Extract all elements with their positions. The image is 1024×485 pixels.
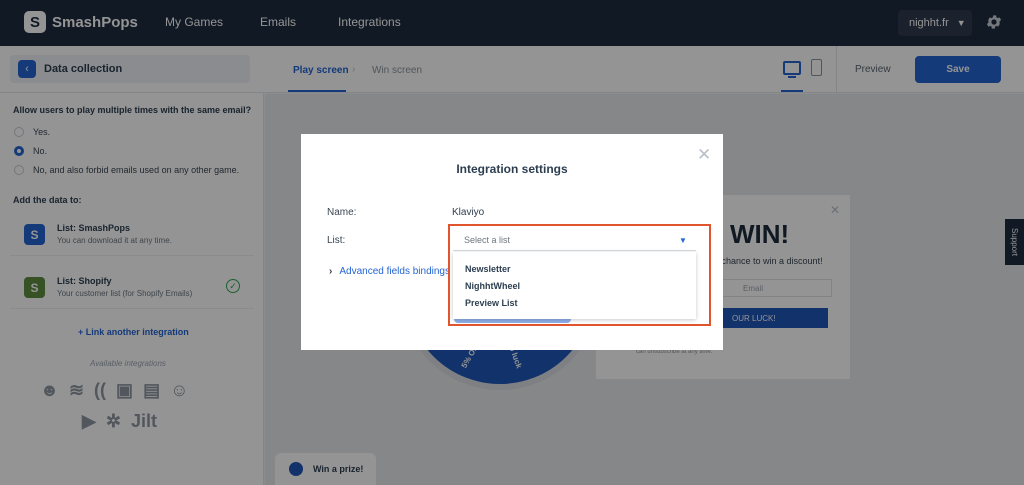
advanced-label: Advanced fields bindings — [339, 266, 450, 277]
close-icon[interactable]: ✕ — [697, 145, 711, 165]
name-label: Name: — [327, 207, 357, 218]
modal-title: Integration settings — [456, 162, 568, 176]
list-label: List: — [327, 235, 346, 246]
chevron-right-icon: › — [329, 266, 333, 277]
highlight-annotation — [448, 224, 711, 326]
name-value: Klaviyo — [452, 207, 485, 218]
advanced-fields-toggle[interactable]: › Advanced fields bindings — [329, 266, 450, 277]
